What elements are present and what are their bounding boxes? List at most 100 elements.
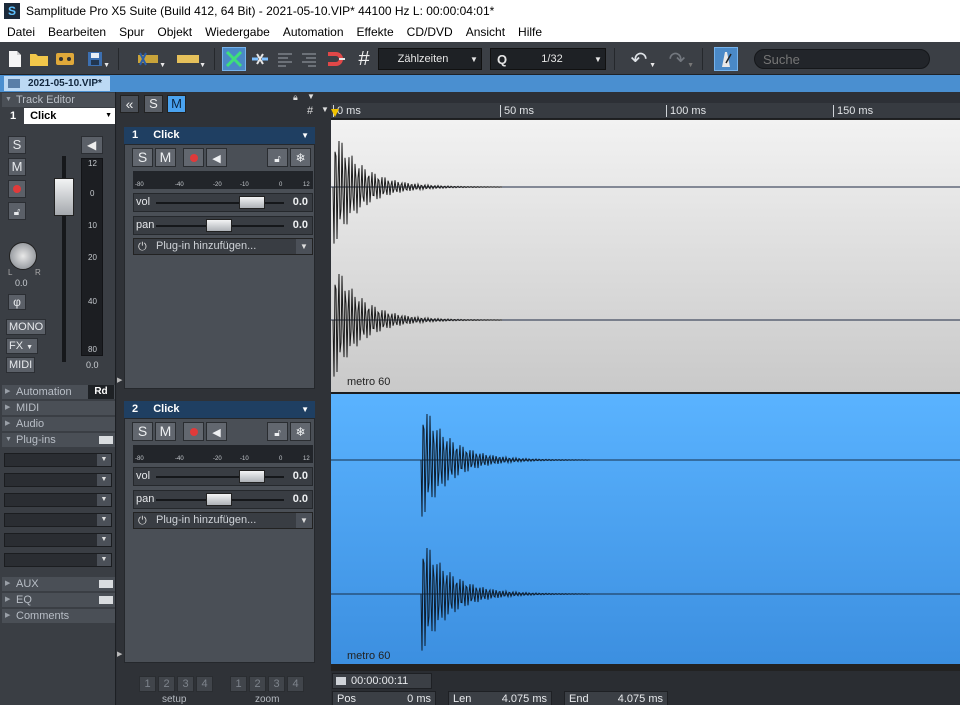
plugin-slot[interactable]: ▼: [4, 553, 112, 567]
pan-knob[interactable]: [9, 242, 37, 270]
object-tool-button[interactable]: ▼: [170, 47, 206, 71]
cut-tool-button[interactable]: ▼: [130, 47, 166, 71]
zoom-button-2[interactable]: 2: [249, 676, 266, 692]
project-tab[interactable]: 2021-05-10.VIP*: [4, 76, 110, 91]
collapse-button[interactable]: «: [120, 95, 139, 113]
redo-button[interactable]: ↷ ▼: [660, 47, 694, 71]
plugin-slot[interactable]: ▼: [4, 513, 112, 527]
global-solo-button[interactable]: S: [144, 95, 163, 113]
expand-arrow-icon[interactable]: ▶: [117, 650, 122, 658]
magnet-button[interactable]: [322, 47, 350, 71]
pan-slider-handle[interactable]: [206, 493, 232, 506]
crossfade-button[interactable]: [222, 47, 246, 71]
align-right-button[interactable]: [298, 47, 320, 71]
menu-effekte[interactable]: Effekte: [350, 25, 400, 39]
midi-button[interactable]: MIDI: [6, 357, 36, 373]
record-project-button[interactable]: [54, 47, 76, 71]
track-name-field[interactable]: 1 Click ▼: [2, 108, 115, 124]
waveform-object-1[interactable]: [331, 120, 960, 392]
setup-button-2[interactable]: 2: [158, 676, 175, 692]
mute-button[interactable]: M: [155, 422, 176, 441]
chevron-down-icon[interactable]: ▼: [321, 105, 329, 114]
track-editor-header[interactable]: Track Editor: [2, 93, 115, 107]
expand-arrow-icon[interactable]: ▶: [117, 376, 122, 384]
pan-slider[interactable]: pan 0.0: [133, 490, 313, 509]
track-lane-1[interactable]: metro 60: [331, 120, 960, 392]
save-button[interactable]: ▼: [80, 47, 110, 71]
grid-mode-select[interactable]: Zählzeiten ▼: [378, 48, 482, 70]
track-title-bar[interactable]: 1 Click ▼: [124, 127, 315, 144]
add-plugin-select[interactable]: ⏻ Plug-in hinzufügen... ▼: [133, 512, 313, 529]
pan-slider[interactable]: pan 0.0: [133, 216, 313, 235]
menu-spur[interactable]: Spur: [112, 25, 150, 39]
setup-button-1[interactable]: 1: [139, 676, 156, 692]
solo-button[interactable]: S: [132, 148, 153, 167]
menu-automation[interactable]: Automation: [276, 25, 350, 39]
section-midi[interactable]: MIDI: [2, 401, 115, 415]
open-folder-button[interactable]: [28, 47, 50, 71]
freeze-button[interactable]: ❄: [290, 148, 311, 167]
waveform-object-2[interactable]: [331, 394, 960, 664]
pos-field[interactable]: Pos 0 ms: [332, 691, 436, 705]
metronome-button[interactable]: [714, 47, 738, 71]
volume-slider[interactable]: vol 0.0: [133, 193, 313, 212]
time-display[interactable]: 00:00:00:11: [332, 673, 432, 689]
undo-button[interactable]: ↶ ▼: [622, 47, 656, 71]
track-lane-2[interactable]: metro 60: [331, 394, 960, 664]
record-arm-button[interactable]: [183, 148, 204, 167]
arrange-view[interactable]: 0 ms 50 ms 100 ms 150 ms metro 60 metro …: [331, 103, 960, 705]
section-comments[interactable]: Comments: [2, 609, 115, 623]
snap-button[interactable]: [248, 47, 272, 71]
pan-slider-handle[interactable]: [206, 219, 232, 232]
playhead-marker-icon[interactable]: [331, 109, 339, 117]
setup-button-4[interactable]: 4: [196, 676, 213, 692]
record-arm-button[interactable]: [183, 422, 204, 441]
lock-button[interactable]: 🔓︎: [267, 422, 288, 441]
plugin-slot[interactable]: ▼: [4, 493, 112, 507]
automation-mode-badge[interactable]: Rd: [88, 385, 114, 399]
plugin-slot[interactable]: ▼: [4, 473, 112, 487]
section-aux[interactable]: AUX: [2, 577, 115, 591]
len-field[interactable]: Len 4.075 ms: [448, 691, 552, 705]
menu-hilfe[interactable]: Hilfe: [511, 25, 548, 39]
track-header-2[interactable]: 2 Click ▼ S M ◀ 🔓︎ ❄ -80 -40 -20 -10 0 1…: [124, 401, 315, 663]
filter-icon[interactable]: ▼: [307, 92, 315, 101]
track-title-bar[interactable]: 2 Click ▼: [124, 401, 315, 418]
fx-button[interactable]: FX ▼: [6, 338, 38, 354]
menu-datei[interactable]: Datei: [0, 25, 41, 39]
section-audio[interactable]: Audio: [2, 417, 115, 431]
menu-wiedergabe[interactable]: Wiedergabe: [198, 25, 276, 39]
phase-button[interactable]: φ: [8, 294, 26, 310]
speaker-button[interactable]: ◀: [81, 136, 103, 154]
section-eq[interactable]: EQ: [2, 593, 115, 607]
mono-button[interactable]: MONO: [6, 319, 47, 335]
record-arm-button[interactable]: [8, 180, 26, 198]
align-left-button[interactable]: [274, 47, 296, 71]
menu-objekt[interactable]: Objekt: [150, 25, 198, 39]
add-plugin-select[interactable]: ⏻ Plug-in hinzufügen... ▼: [133, 238, 313, 255]
solo-button[interactable]: S: [8, 136, 26, 154]
end-field[interactable]: End 4.075 ms: [564, 691, 668, 705]
zoom-button-4[interactable]: 4: [287, 676, 304, 692]
mute-button[interactable]: M: [155, 148, 176, 167]
grid-icon[interactable]: #: [307, 105, 313, 117]
lock-button[interactable]: 🔓︎: [267, 148, 288, 167]
menu-ansicht[interactable]: Ansicht: [459, 25, 511, 39]
lock-icon[interactable]: 🔒︎: [293, 92, 298, 103]
quantize-select[interactable]: Q 1/32 ▼: [490, 48, 606, 70]
time-ruler[interactable]: 0 ms 50 ms 100 ms 150 ms: [331, 103, 960, 119]
solo-button[interactable]: S: [132, 422, 153, 441]
track-header-1[interactable]: 1 Click ▼ S M ◀ 🔓︎ ❄ -80 -40 -20 -10 0 1…: [124, 127, 315, 389]
lock-button[interactable]: 🔓︎: [8, 202, 26, 220]
zoom-button-1[interactable]: 1: [230, 676, 247, 692]
volume-slider-handle[interactable]: [239, 470, 265, 483]
section-plugins[interactable]: Plug-ins: [2, 433, 115, 447]
search-input[interactable]: [754, 49, 930, 69]
plugin-slot[interactable]: ▼: [4, 453, 112, 467]
volume-slider[interactable]: vol 0.0: [133, 467, 313, 486]
zoom-button-3[interactable]: 3: [268, 676, 285, 692]
menu-bearbeiten[interactable]: Bearbeiten: [41, 25, 112, 39]
freeze-button[interactable]: ❄: [290, 422, 311, 441]
monitor-button[interactable]: ◀: [206, 148, 227, 167]
plugin-slot[interactable]: ▼: [4, 533, 112, 547]
